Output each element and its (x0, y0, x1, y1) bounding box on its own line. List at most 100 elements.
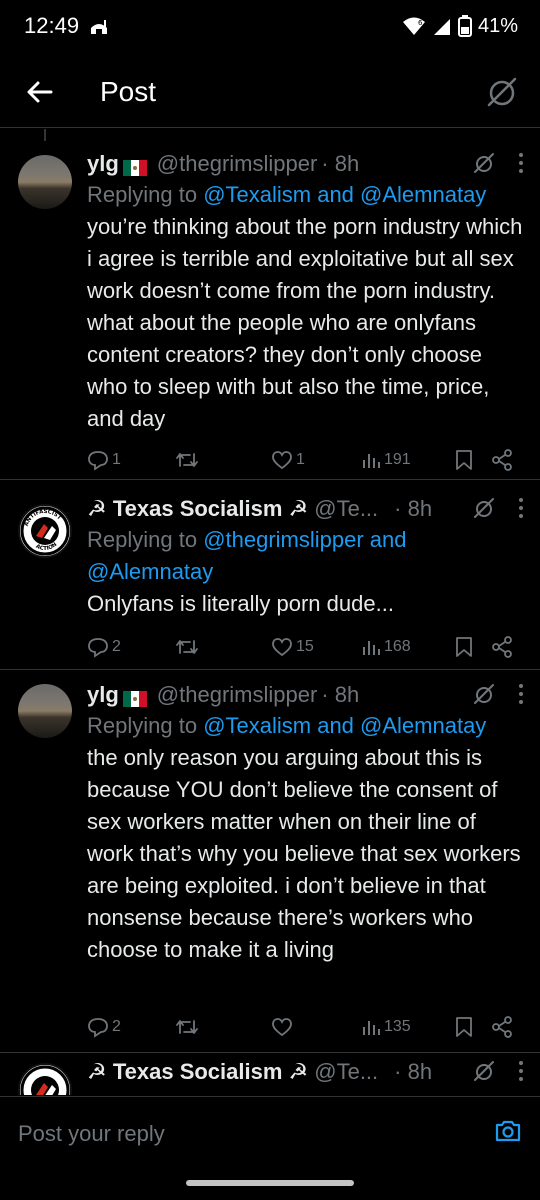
tweet-actions: 1 1 191 (87, 445, 522, 475)
tweet-header-icons (472, 682, 524, 706)
reply-icon (88, 1018, 108, 1038)
repost-button[interactable] (175, 449, 202, 471)
timestamp[interactable]: · 8h (321, 151, 359, 177)
bookmark-icon[interactable] (455, 1016, 473, 1038)
status-right: 6 41% (402, 15, 518, 38)
antifa-logo-icon (20, 1065, 70, 1095)
avatar[interactable] (18, 155, 72, 209)
share-icon[interactable] (491, 1016, 513, 1038)
avatar[interactable] (18, 1063, 72, 1095)
handle[interactable]: @Te... (314, 496, 378, 522)
heart-icon (272, 1018, 292, 1037)
tweet-header: ☭ Texas Socialism ☭ @Te... · 8h (87, 494, 524, 524)
display-name[interactable]: ylg (87, 151, 119, 177)
views-count: 168 (384, 638, 411, 655)
tweet-body: ☭ Texas Socialism ☭ @Te... · 8h Replying… (87, 494, 524, 620)
tweet-text: the only reason you arguing about this i… (87, 745, 521, 962)
reply-input[interactable]: Post your reply (18, 1121, 165, 1147)
tweet-actions: 2 135 (87, 1012, 522, 1042)
grok-icon[interactable] (472, 1059, 496, 1083)
back-button[interactable] (20, 72, 60, 112)
grok-icon[interactable] (472, 151, 496, 175)
battery-percent: 41% (477, 14, 518, 37)
avatar[interactable] (18, 684, 72, 738)
heart-icon (272, 638, 292, 657)
timestamp[interactable]: · 8h (321, 682, 359, 708)
reply-icon (88, 451, 108, 471)
reply-count: 1 (112, 451, 121, 468)
like-button[interactable]: 1 (271, 450, 305, 470)
views-button[interactable]: 168 (361, 637, 411, 657)
tweet-actions: 2 15 168 (87, 632, 522, 662)
grok-icon[interactable] (472, 496, 496, 520)
timeline[interactable]: ylg @thegrimslipper · 8h Replying to @Te… (0, 129, 540, 1095)
replying-to: Replying to @thegrimslipper and @Alemnat… (87, 524, 524, 588)
page-title: Post (100, 75, 157, 107)
tweet-text: you’re thinking about the porn industry … (87, 214, 523, 431)
tweet-body: ylg @thegrimslipper · 8h Replying to @Te… (87, 149, 524, 435)
more-icon[interactable] (518, 683, 524, 705)
repost-button[interactable] (175, 636, 202, 658)
bookmark-icon[interactable] (455, 636, 473, 658)
reply-button[interactable]: 2 (87, 1016, 121, 1038)
views-count: 135 (384, 1018, 411, 1035)
views-count: 191 (384, 451, 411, 468)
like-count: 15 (296, 638, 314, 655)
timestamp[interactable]: · 8h (394, 1059, 432, 1085)
repost-icon (176, 1020, 198, 1034)
tweet-body: ☭ Texas Socialism ☭ @Te... · 8h (87, 1057, 524, 1087)
grok-icon[interactable] (484, 74, 520, 110)
reply-count: 2 (112, 638, 121, 655)
timestamp[interactable]: · 8h (394, 496, 432, 522)
display-name[interactable]: ☭ Texas Socialism ☭ (87, 1059, 308, 1085)
like-button[interactable]: 15 (271, 637, 314, 657)
antifa-logo-icon: ANTIFASCIST ACTION (20, 506, 70, 556)
reply-button[interactable]: 2 (87, 636, 121, 658)
display-name[interactable]: ylg (87, 682, 119, 708)
reply-composer[interactable]: Post your reply (0, 1096, 540, 1174)
views-icon (363, 641, 380, 655)
repost-icon (176, 640, 198, 654)
tweet-body: ylg @thegrimslipper · 8h Replying to @Te… (87, 680, 524, 966)
views-button[interactable]: 191 (361, 450, 411, 470)
grok-icon[interactable] (472, 682, 496, 706)
bookmark-icon[interactable] (455, 449, 473, 471)
repost-button[interactable] (175, 1016, 202, 1038)
more-icon[interactable] (518, 497, 524, 519)
tweet[interactable]: ☭ Texas Socialism ☭ @Te... · 8h (0, 1053, 540, 1095)
tweet-header: ylg @thegrimslipper · 8h (87, 149, 524, 179)
replying-to-link[interactable]: @Texalism and @Alemnatay (203, 713, 486, 738)
views-icon (363, 454, 380, 468)
mexico-flag-icon (122, 687, 147, 707)
tweet[interactable]: ylg @thegrimslipper · 8h Replying to @Te… (0, 129, 540, 480)
tweet-header: ☭ Texas Socialism ☭ @Te... · 8h (87, 1057, 524, 1087)
home-indicator[interactable] (186, 1180, 354, 1186)
more-icon[interactable] (518, 152, 524, 174)
replying-to: Replying to @Texalism and @Alemnatay (87, 179, 524, 211)
status-time-group: 12:49 (24, 13, 109, 39)
views-button[interactable]: 135 (361, 1017, 411, 1037)
share-icon[interactable] (491, 636, 513, 658)
mosque-icon (91, 20, 108, 34)
replying-to: Replying to @Texalism and @Alemnatay (87, 710, 524, 742)
status-bar: 12:49 6 41% (0, 0, 540, 52)
share-icon[interactable] (491, 449, 513, 471)
repost-icon (176, 453, 198, 467)
tweet-header-icons (472, 151, 524, 175)
reply-button[interactable]: 1 (87, 449, 121, 471)
tweet[interactable]: ylg @thegrimslipper · 8h Replying to @Te… (0, 670, 540, 1053)
like-button[interactable] (271, 1017, 296, 1037)
handle[interactable]: @thegrimslipper (157, 151, 318, 177)
more-icon[interactable] (518, 1060, 524, 1082)
replying-to-link[interactable]: @Texalism and @Alemnatay (203, 182, 486, 207)
status-time: 12:49 (24, 13, 80, 38)
tweet[interactable]: ANTIFASCIST ACTION ☭ Texas Socialism ☭ @… (0, 480, 540, 670)
handle[interactable]: @Te... (314, 1059, 378, 1085)
handle[interactable]: @thegrimslipper (157, 682, 318, 708)
reply-icon (88, 638, 108, 658)
camera-icon[interactable] (494, 1117, 522, 1145)
display-name[interactable]: ☭ Texas Socialism ☭ (87, 496, 308, 522)
avatar[interactable]: ANTIFASCIST ACTION (18, 504, 72, 558)
battery-icon (457, 15, 472, 37)
replying-prefix: Replying to (87, 182, 204, 207)
